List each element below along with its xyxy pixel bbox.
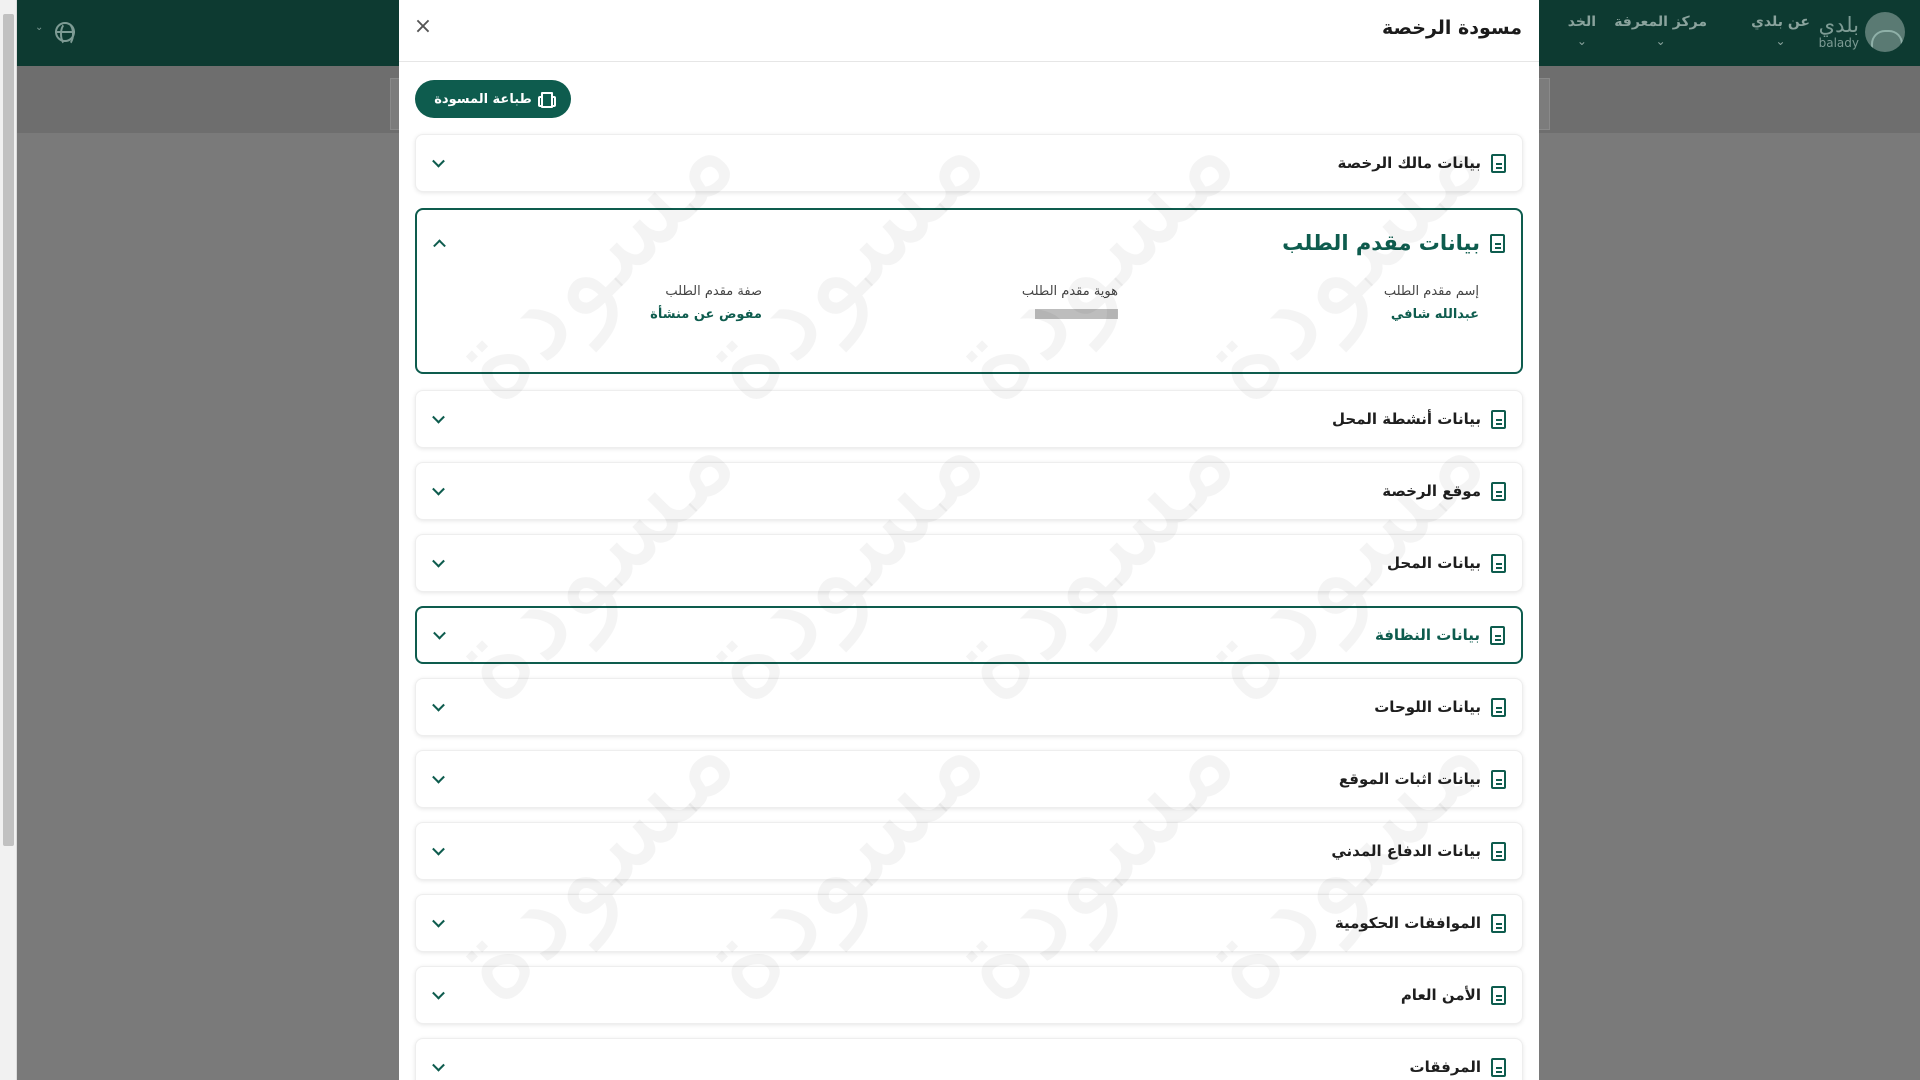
accordion-header[interactable]: بيانات مقدم الطلب bbox=[417, 210, 1521, 276]
chevron-down-icon[interactable] bbox=[432, 914, 445, 928]
nav-item-label: الخد bbox=[1567, 14, 1596, 30]
palm-logo-icon bbox=[1865, 12, 1905, 52]
accordion-civil-defense[interactable]: بيانات الدفاع المدني bbox=[415, 822, 1523, 880]
applicant-id-field: هوية مقدم الطلب bbox=[1022, 284, 1118, 319]
accordion-title: بيانات مالك الرخصة bbox=[1337, 154, 1481, 172]
nav-item-label: عن بلدي bbox=[1751, 14, 1810, 30]
accordion-cleanliness[interactable]: بيانات النظافة bbox=[415, 606, 1523, 664]
page: بلدي balady عن بلدي ⌄ مركز المعرفة ⌄ الخ… bbox=[0, 0, 1920, 1080]
chevron-down-icon: ⌄ bbox=[1775, 34, 1786, 48]
applicant-fields: إسم مقدم الطلب عبدالله شافي هوية مقدم ال… bbox=[417, 276, 1521, 366]
accordion-header[interactable]: بيانات النظافة bbox=[417, 608, 1521, 662]
printer-icon bbox=[537, 92, 556, 108]
document-icon bbox=[1491, 481, 1506, 501]
accordion-public-security[interactable]: الأمن العام bbox=[415, 966, 1523, 1024]
accordion-title: بيانات اللوحات bbox=[1374, 698, 1481, 716]
logo-english: balady bbox=[1818, 36, 1859, 50]
balady-logo[interactable]: بلدي balady bbox=[1819, 12, 1905, 52]
chevron-down-icon[interactable] bbox=[432, 554, 445, 568]
chevron-down-icon[interactable] bbox=[432, 154, 445, 168]
accordion-header[interactable]: بيانات الدفاع المدني bbox=[416, 823, 1522, 879]
document-icon bbox=[1491, 769, 1506, 789]
chevron-down-icon[interactable]: ⌄ bbox=[35, 22, 43, 33]
applicant-capacity-field: صفة مقدم الطلب مفوض عن منشأة bbox=[650, 284, 762, 322]
accordion-license-owner[interactable]: بيانات مالك الرخصة bbox=[415, 134, 1523, 192]
close-icon[interactable]: × bbox=[411, 14, 435, 40]
accordion-header[interactable]: الموافقات الحكومية bbox=[416, 895, 1522, 951]
accordion-title: الأمن العام bbox=[1400, 986, 1481, 1004]
accordion-government-approvals[interactable]: الموافقات الحكومية bbox=[415, 894, 1523, 952]
field-label: إسم مقدم الطلب bbox=[1383, 284, 1479, 299]
license-draft-modal: مسودة الرخصة × طباعة المسودة بيانات مالك… bbox=[399, 0, 1539, 1080]
accordion-title: بيانات مقدم الطلب bbox=[1282, 231, 1480, 255]
accordion-attachments[interactable]: المرفقات bbox=[415, 1038, 1523, 1080]
accordion-signboards[interactable]: بيانات اللوحات bbox=[415, 678, 1523, 736]
chevron-down-icon[interactable] bbox=[432, 410, 445, 424]
chevron-down-icon: ⌄ bbox=[1576, 34, 1587, 48]
field-value: عبدالله شافي bbox=[1390, 307, 1479, 322]
document-icon bbox=[1491, 553, 1506, 573]
modal-title: مسودة الرخصة bbox=[1382, 17, 1522, 39]
accordion-shop-activities[interactable]: بيانات أنشطة المحل bbox=[415, 390, 1523, 448]
document-icon bbox=[1491, 153, 1506, 173]
accordion-shop-data[interactable]: بيانات المحل bbox=[415, 534, 1523, 592]
document-icon bbox=[1491, 697, 1506, 717]
globe-icon[interactable] bbox=[55, 22, 75, 46]
accordion-title: بيانات المحل bbox=[1387, 554, 1481, 572]
applicant-name-field: إسم مقدم الطلب عبدالله شافي bbox=[1384, 284, 1479, 322]
modal-header: مسودة الرخصة × bbox=[399, 0, 1539, 62]
print-draft-label: طباعة المسودة bbox=[434, 91, 532, 107]
logo-arabic: بلدي bbox=[1818, 13, 1859, 37]
chevron-down-icon[interactable] bbox=[432, 482, 445, 496]
accordion-title: بيانات أنشطة المحل bbox=[1332, 410, 1481, 428]
document-icon bbox=[1491, 985, 1506, 1005]
accordion-title: موقع الرخصة bbox=[1382, 482, 1481, 500]
accordion-title: الموافقات الحكومية bbox=[1334, 914, 1481, 932]
document-icon bbox=[1491, 913, 1506, 933]
scrollbar-thumb[interactable] bbox=[3, 14, 14, 846]
accordion-license-location[interactable]: موقع الرخصة bbox=[415, 462, 1523, 520]
document-icon bbox=[1491, 409, 1506, 429]
accordion-header[interactable]: بيانات أنشطة المحل bbox=[416, 391, 1522, 447]
page-scrollbar[interactable] bbox=[0, 0, 17, 1080]
field-value: مفوض عن منشأة bbox=[650, 307, 762, 322]
logo-text: بلدي balady bbox=[1818, 13, 1859, 50]
redacted-value bbox=[1035, 309, 1118, 319]
chevron-down-icon[interactable] bbox=[432, 842, 445, 856]
accordion-applicant[interactable]: بيانات مقدم الطلب إسم مقدم الطلب عبدالله… bbox=[415, 208, 1523, 374]
document-icon bbox=[1490, 233, 1505, 253]
field-label: صفة مقدم الطلب bbox=[665, 284, 762, 299]
accordion-header[interactable]: بيانات المحل bbox=[416, 535, 1522, 591]
accordion-title: المرفقات bbox=[1409, 1058, 1481, 1076]
nav-item-knowledge-center[interactable]: مركز المعرفة ⌄ bbox=[1614, 14, 1707, 48]
document-icon bbox=[1491, 841, 1506, 861]
accordion-header[interactable]: موقع الرخصة bbox=[416, 463, 1522, 519]
chevron-down-icon[interactable] bbox=[432, 986, 445, 1000]
chevron-down-icon[interactable] bbox=[433, 626, 446, 640]
accordion-header[interactable]: المرفقات bbox=[416, 1039, 1522, 1080]
document-icon bbox=[1491, 1057, 1506, 1077]
document-icon bbox=[1490, 625, 1505, 645]
nav-item-services[interactable]: الخد ⌄ bbox=[1568, 14, 1596, 48]
chevron-down-icon: ⌄ bbox=[1655, 34, 1666, 48]
chevron-down-icon[interactable] bbox=[432, 1058, 445, 1072]
accordion-title: بيانات الدفاع المدني bbox=[1331, 842, 1481, 860]
accordion-site-proof[interactable]: بيانات اثبات الموقع bbox=[415, 750, 1523, 808]
chevron-down-icon[interactable] bbox=[432, 770, 445, 784]
accordion-header[interactable]: بيانات اللوحات bbox=[416, 679, 1522, 735]
print-draft-button[interactable]: طباعة المسودة bbox=[415, 80, 571, 118]
nav-item-label: مركز المعرفة bbox=[1614, 14, 1707, 30]
chevron-down-icon[interactable] bbox=[432, 698, 445, 712]
accordion-header[interactable]: بيانات مالك الرخصة bbox=[416, 135, 1522, 191]
nav-item-about[interactable]: عن بلدي ⌄ bbox=[1751, 14, 1810, 48]
field-label: هوية مقدم الطلب bbox=[1021, 284, 1118, 299]
accordion-header[interactable]: بيانات اثبات الموقع bbox=[416, 751, 1522, 807]
accordion-header[interactable]: الأمن العام bbox=[416, 967, 1522, 1023]
accordion-title: بيانات النظافة bbox=[1374, 626, 1480, 644]
accordion-title: بيانات اثبات الموقع bbox=[1338, 770, 1481, 788]
chevron-up-icon[interactable] bbox=[433, 239, 446, 253]
